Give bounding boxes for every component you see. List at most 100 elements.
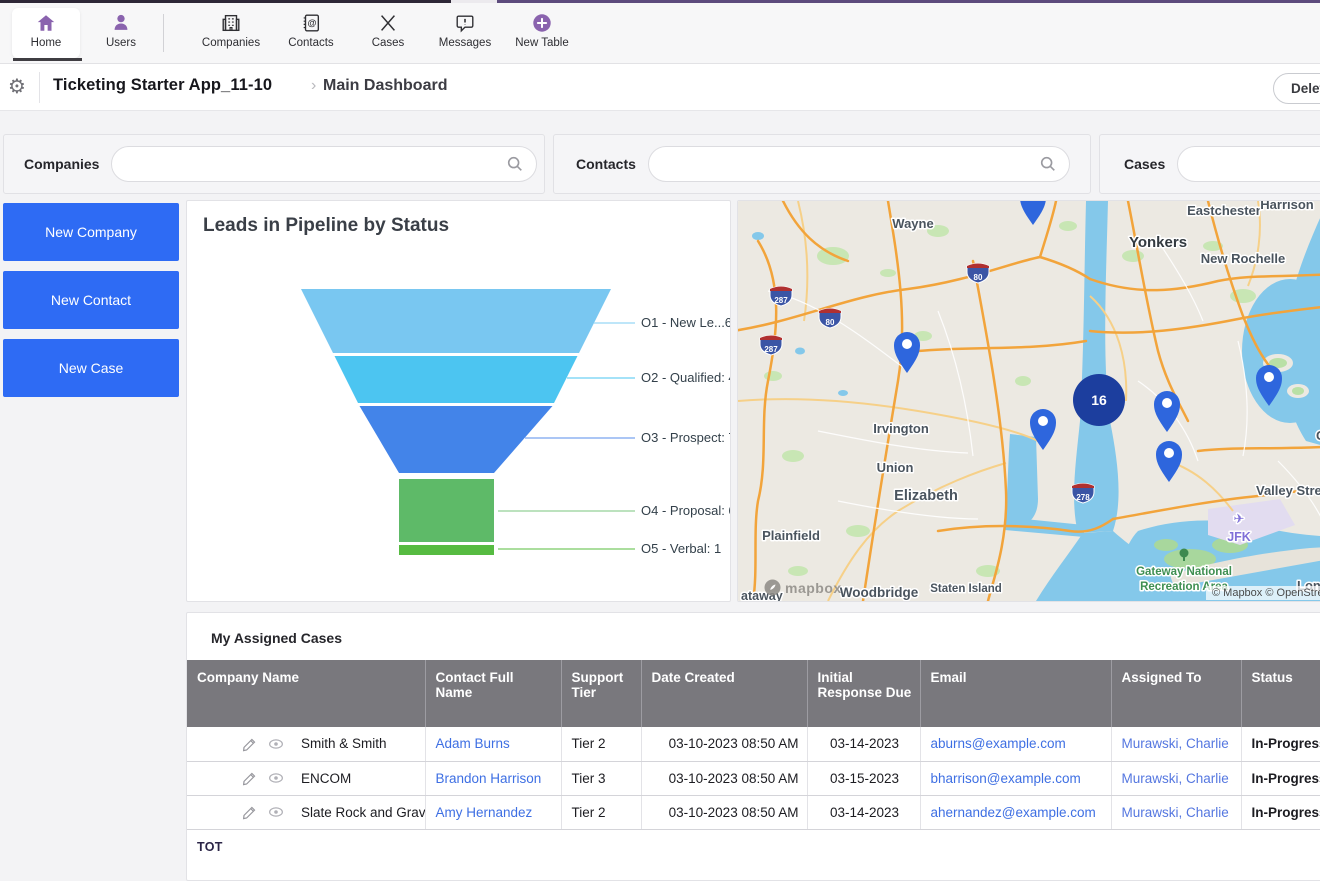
svg-text:@: @ <box>307 18 316 28</box>
support-tier: Tier 2 <box>561 795 641 829</box>
assigned-to-link[interactable]: Murawski, Charlie <box>1122 771 1229 786</box>
mapbox-logo[interactable]: mapbox <box>764 579 842 596</box>
svg-text:287: 287 <box>774 296 788 305</box>
app-nav-bar: Home Users Companies @ Cases Contacts Ca… <box>0 3 1320 64</box>
contacts-search-section: Contacts <box>553 134 1091 194</box>
funnel-segment-o2[interactable] <box>335 356 578 403</box>
new-contact-button[interactable]: New Contact <box>3 271 179 329</box>
nav-label-home: Home <box>31 37 62 49</box>
support-tier: Tier 3 <box>561 761 641 795</box>
funnel-segment-o1[interactable] <box>301 289 611 353</box>
col-header-contact[interactable]: Contact Full Name <box>425 660 561 727</box>
funnel-label-o5: O5 - Verbal: 1 <box>641 541 721 556</box>
nav-item-companies[interactable]: Companies <box>196 8 266 58</box>
response-due: 03-14-2023 <box>807 795 920 829</box>
edit-pencil-icon[interactable] <box>241 803 259 821</box>
funnel-chart-title: Leads in Pipeline by Status <box>203 215 449 237</box>
cases-search-input[interactable] <box>1192 147 1320 181</box>
settings-gear-icon[interactable]: ⚙ <box>8 75 26 99</box>
assigned-to-link[interactable]: Murawski, Charlie <box>1122 736 1229 751</box>
companies-search-pill <box>111 146 537 182</box>
table-totals-label: TOT <box>187 830 1320 854</box>
date-created: 03-10-2023 08:50 AM <box>641 795 807 829</box>
col-header-assigned[interactable]: Assigned To <box>1111 660 1241 727</box>
map-label-valley-stream: Valley Stream <box>1256 483 1320 498</box>
cases-table: Company Name Contact Full Name Support T… <box>187 660 1320 830</box>
nav-item-contacts[interactable]: @ Cases Contacts <box>281 8 341 58</box>
messages-icon <box>454 8 476 34</box>
app-title[interactable]: Ticketing Starter App_11-10 <box>53 76 272 95</box>
nav-label-users: Users <box>106 37 136 49</box>
col-header-response-due[interactable]: Initial Response Due <box>807 660 920 727</box>
edit-pencil-icon[interactable] <box>241 769 259 787</box>
company-name: ENCOM <box>301 771 351 786</box>
table-row: Slate Rock and Gravel Amy Hernandez Tier… <box>187 795 1320 829</box>
email-link[interactable]: ahernandez@example.com <box>931 805 1096 820</box>
svg-text:80: 80 <box>974 273 983 282</box>
nav-item-users[interactable]: Users <box>92 8 150 58</box>
funnel-segment-o3[interactable] <box>360 406 553 473</box>
email-link[interactable]: aburns@example.com <box>931 736 1066 751</box>
contact-link[interactable]: Adam Burns <box>436 736 510 751</box>
dashboard-content: Companies Contacts Cases New Company New… <box>0 111 1320 881</box>
cases-search-pill <box>1177 146 1320 182</box>
assigned-to-link[interactable]: Murawski, Charlie <box>1122 805 1229 820</box>
contact-link[interactable]: Amy Hernandez <box>436 805 533 820</box>
delete-button[interactable]: Delet <box>1273 73 1320 104</box>
map-label-gateway-1: Gateway National <box>1136 566 1232 578</box>
map-cluster-marker[interactable]: 16 <box>1073 374 1125 426</box>
map-label-plainfield: Plainfield <box>762 528 820 543</box>
cases-search-label: Cases <box>1124 156 1165 172</box>
nav-item-cases[interactable]: Cases <box>363 8 413 58</box>
funnel-label-o4: O4 - Proposal: 6 <box>641 503 730 518</box>
edit-pencil-icon[interactable] <box>241 735 259 753</box>
nav-label-companies: Companies <box>202 37 260 49</box>
map-label-jfk: JFK <box>1227 530 1251 544</box>
nav-item-new-table[interactable]: New Table <box>508 8 576 58</box>
funnel-segment-o4[interactable] <box>399 479 494 542</box>
funnel-segment-o5[interactable] <box>399 545 494 555</box>
cases-icon <box>377 8 399 34</box>
nav-divider <box>163 14 164 52</box>
map-label-woodbridge: Woodbridge <box>840 585 919 600</box>
contacts-search-label: Contacts <box>576 156 636 172</box>
col-header-status[interactable]: Status <box>1241 660 1320 727</box>
col-header-tier[interactable]: Support Tier <box>561 660 641 727</box>
companies-search-input[interactable] <box>126 147 502 181</box>
contacts-search-input[interactable] <box>663 147 1035 181</box>
map-label-staten-island: Staten Island <box>930 583 1002 595</box>
map-jfk-plane-icon: ✈ <box>1234 511 1245 526</box>
company-name: Slate Rock and Gravel <box>301 805 425 820</box>
nav-item-home[interactable]: Home <box>12 8 80 58</box>
new-company-button[interactable]: New Company <box>3 203 179 261</box>
view-eye-icon[interactable] <box>267 735 285 753</box>
col-header-created[interactable]: Date Created <box>641 660 807 727</box>
cases-table-header-row: Company Name Contact Full Name Support T… <box>187 660 1320 727</box>
new-case-button[interactable]: New Case <box>3 339 179 397</box>
status-value: In-Progress <box>1241 727 1320 761</box>
cases-map-panel[interactable]: 287 80 80 287 278 <box>737 200 1320 602</box>
col-header-company[interactable]: Company Name <box>187 660 425 727</box>
search-icon[interactable] <box>506 155 524 178</box>
map-canvas[interactable]: 287 80 80 287 278 <box>738 201 1320 601</box>
view-eye-icon[interactable] <box>267 803 285 821</box>
mapbox-logo-text: mapbox <box>785 580 842 596</box>
funnel-label-o1: O1 - New Le...6 <box>641 315 730 330</box>
nav-label-cases: Cases <box>372 37 405 49</box>
svg-text:287: 287 <box>764 345 778 354</box>
breadcrumb-divider <box>39 72 40 103</box>
map-attribution[interactable]: © Mapbox © OpenStree <box>1206 586 1320 600</box>
col-header-email[interactable]: Email <box>920 660 1111 727</box>
contact-link[interactable]: Brandon Harrison <box>436 771 542 786</box>
map-label-new-rochelle: New Rochelle <box>1201 251 1286 266</box>
status-value: In-Progress <box>1241 795 1320 829</box>
date-created: 03-10-2023 08:50 AM <box>641 761 807 795</box>
search-icon[interactable] <box>1039 155 1057 178</box>
status-value: In-Progress <box>1241 761 1320 795</box>
cases-table-title: My Assigned Cases <box>187 613 1320 646</box>
view-eye-icon[interactable] <box>267 769 285 787</box>
funnel-chart: O1 - New Le...6 O2 - Qualified: 4 O3 - P… <box>187 201 730 601</box>
companies-search-label: Companies <box>24 156 99 172</box>
nav-item-messages[interactable]: Messages <box>432 8 498 58</box>
email-link[interactable]: bharrison@example.com <box>931 771 1081 786</box>
